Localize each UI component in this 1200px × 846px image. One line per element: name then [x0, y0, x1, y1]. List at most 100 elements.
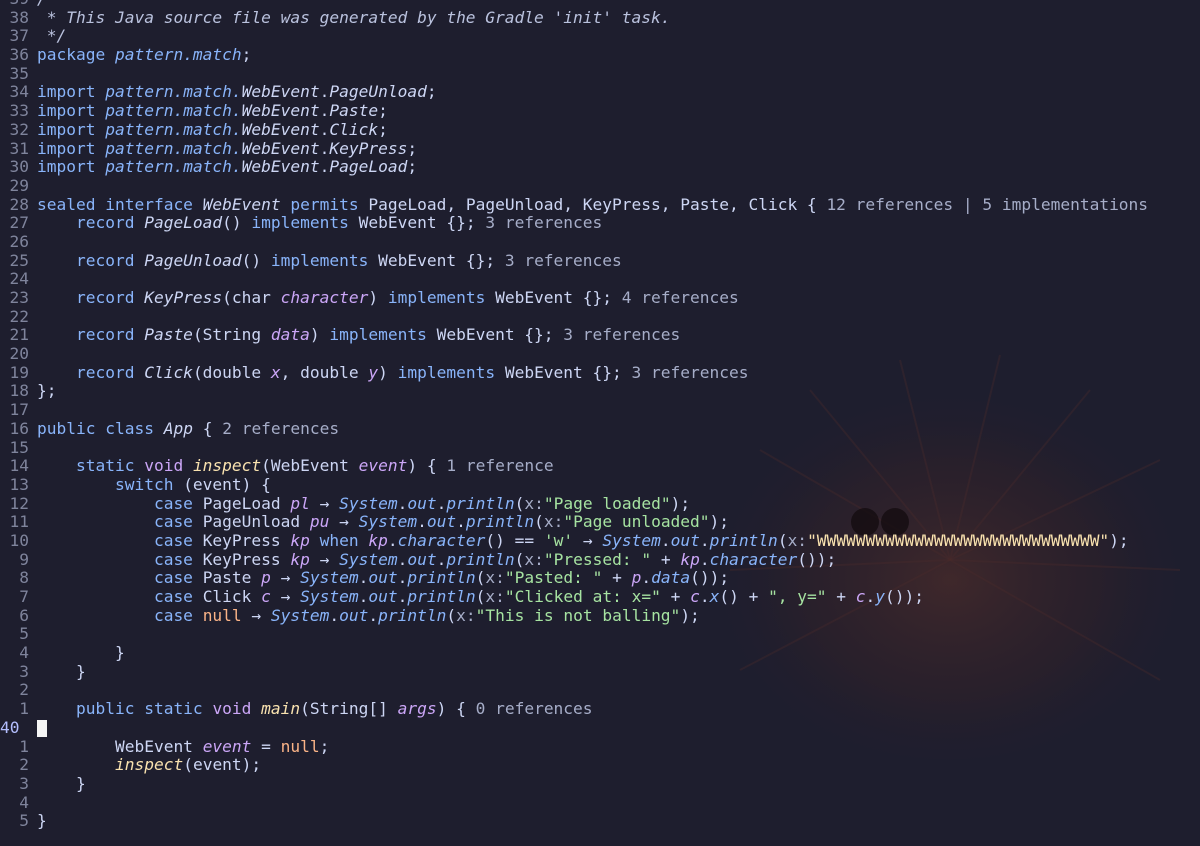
code-line[interactable]: 13 switch (event) {	[0, 475, 1200, 495]
code-line[interactable]: 21 record Paste(String data) implements …	[0, 326, 1200, 345]
code-line[interactable]: 2 inspect(event);	[0, 755, 1200, 775]
code-line[interactable]: 16 public class App { 2 references	[0, 418, 1200, 439]
code-line[interactable]: 8 case Paste p → System.out.println(x:"P…	[0, 568, 1200, 588]
code-line[interactable]: 5}	[0, 811, 1200, 831]
code-token: .	[417, 512, 427, 532]
code-line[interactable]: 38 * This Java source file was generated…	[0, 8, 1200, 28]
code-line[interactable]: 7 case Click c → System.out.println(x:"C…	[0, 587, 1200, 607]
code-line[interactable]: 11 case PageUnload pu → System.out.print…	[0, 512, 1200, 532]
codelens-hint[interactable]: 3 references	[632, 363, 749, 382]
code-line[interactable]: 32 import pattern.match.WebEvent.Click;	[0, 119, 1200, 140]
code-text: case Click c → System.out.println(x:"Cli…	[37, 587, 924, 606]
code-line[interactable]: 1 WebEvent event = null;	[0, 736, 1200, 757]
line-number: 31	[9, 138, 30, 158]
code-token: pattern.match.	[105, 119, 242, 139]
line-number: 5	[19, 624, 29, 644]
codelens-hint[interactable]: 1 reference	[446, 456, 553, 475]
code-token: main	[261, 699, 301, 719]
code-text: import pattern.match.WebEvent.Click;	[37, 120, 388, 139]
line-number: 1	[19, 699, 29, 719]
code-token: (	[534, 512, 544, 532]
line-number: 4	[19, 792, 29, 812]
codelens-hint[interactable]: 2 references	[222, 419, 339, 438]
code-line[interactable]: 6 case null → System.out.println(x:"This…	[0, 605, 1200, 626]
code-token: .	[699, 530, 710, 550]
code-line[interactable]: 5	[0, 625, 1200, 644]
code-editor[interactable]: 39/*38 * This Java source file was gener…	[0, 0, 1200, 831]
code-line[interactable]: 24	[0, 270, 1200, 289]
code-line[interactable]: 40	[0, 718, 1200, 738]
code-token: c	[261, 587, 271, 606]
code-token: permits	[280, 194, 369, 214]
code-line[interactable]: 18};	[0, 382, 1200, 401]
code-text: record KeyPress(char character) implemen…	[37, 288, 739, 307]
code-line[interactable]: 29	[0, 176, 1200, 196]
code-line[interactable]: 1 public static void main(String[] args)…	[0, 699, 1200, 719]
code-token: System	[602, 530, 661, 550]
codelens-hint[interactable]: 4 references	[622, 288, 739, 307]
code-line[interactable]: 34 import pattern.match.WebEvent.PageUnlo…	[0, 83, 1200, 102]
code-line[interactable]: 26	[0, 232, 1200, 252]
code-line[interactable]: 22	[0, 307, 1200, 327]
code-token: import	[37, 119, 106, 139]
codelens-hint[interactable]: x:	[788, 531, 808, 550]
code-line[interactable]: 27 record PageLoad() implements WebEvent…	[0, 213, 1200, 233]
codelens-hint[interactable]: x:	[524, 550, 544, 569]
code-token: out	[426, 512, 457, 532]
code-text: inspect(event);	[37, 755, 261, 774]
codelens-hint[interactable]: 12 references | 5 implementations	[826, 195, 1148, 214]
code-line[interactable]: 14 static void inspect(WebEvent event) {…	[0, 456, 1200, 476]
codelens-hint[interactable]: 3 references	[485, 213, 602, 232]
code-token: ) {	[436, 699, 476, 719]
code-line[interactable]: 33 import pattern.match.WebEvent.Paste;	[0, 101, 1200, 121]
code-line[interactable]: 4	[0, 792, 1200, 813]
code-line[interactable]: 28 sealed interface WebEvent permits Page…	[0, 194, 1200, 215]
code-line[interactable]: 35	[0, 64, 1200, 84]
code-token: →	[573, 530, 603, 550]
code-line[interactable]: 36 package pattern.match;	[0, 45, 1200, 65]
code-line[interactable]: 17	[0, 400, 1200, 420]
code-token: event	[358, 456, 408, 476]
codelens-hint[interactable]: x:	[456, 606, 476, 625]
code-token: .	[456, 512, 466, 532]
code-line[interactable]: 2	[0, 681, 1200, 700]
code-line[interactable]: 37 */	[0, 27, 1200, 46]
code-token: .	[436, 549, 447, 569]
code-line[interactable]: 19 record Click(double x, double y) impl…	[0, 363, 1200, 383]
line-number: 16	[9, 418, 30, 438]
code-line[interactable]: 23 record KeyPress(char character) imple…	[0, 288, 1200, 308]
code-line[interactable]: 3 }	[0, 662, 1200, 682]
codelens-hint[interactable]: 3 references	[505, 251, 622, 270]
code-line[interactable]: 12 case PageLoad pl → System.out.println…	[0, 494, 1200, 514]
code-line[interactable]: 20	[0, 344, 1200, 364]
code-token: () +	[719, 587, 769, 606]
code-text: record Paste(String data) implements Web…	[37, 325, 680, 345]
code-token: case	[37, 605, 203, 625]
code-token: event	[202, 736, 252, 756]
line-number: 28	[9, 194, 30, 214]
code-token: inspect	[192, 456, 262, 476]
code-token: "WWWWWWWWWWWWWWWWWWWWWWWWWWWWW"	[807, 530, 1110, 550]
code-line[interactable]: 4 }	[0, 643, 1200, 663]
code-line[interactable]: 10 case KeyPress kp when kp.character() …	[0, 530, 1200, 551]
code-line[interactable]: 30 import pattern.match.WebEvent.PageLoad…	[0, 157, 1200, 177]
code-token: .	[319, 119, 330, 139]
codelens-hint[interactable]: 0 references	[476, 699, 593, 718]
code-line[interactable]: 3 }	[0, 774, 1200, 794]
codelens-hint[interactable]: x:	[524, 494, 544, 513]
code-text: import pattern.match.WebEvent.PageUnload…	[37, 82, 437, 102]
code-line[interactable]: 25 record PageUnload() implements WebEve…	[0, 251, 1200, 271]
code-line[interactable]: 15	[0, 438, 1200, 458]
code-text: sealed interface WebEvent permits PageLo…	[37, 195, 1148, 214]
codelens-hint[interactable]: x:	[485, 587, 505, 606]
codelens-hint[interactable]: 3 references	[563, 325, 680, 345]
code-token: KeyPress	[202, 549, 291, 569]
line-number: 32	[9, 119, 30, 139]
codelens-hint[interactable]: x:	[544, 512, 564, 531]
codelens-hint[interactable]: x:	[485, 568, 505, 587]
code-line[interactable]: 31 import pattern.match.WebEvent.KeyPress…	[0, 138, 1200, 159]
code-line[interactable]: 9 case KeyPress kp → System.out.println(…	[0, 549, 1200, 570]
line-number: 4	[19, 643, 29, 663]
code-token: p	[631, 568, 642, 588]
